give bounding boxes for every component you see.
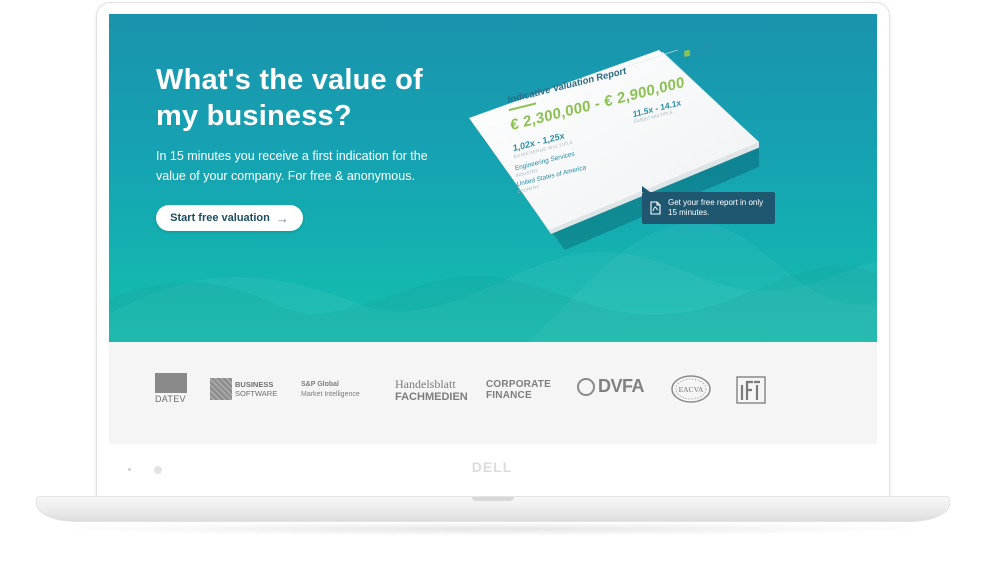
document-icon bbox=[650, 201, 661, 215]
laptop-shadow bbox=[60, 522, 926, 536]
sp-global-logo-line2: Market Intelligence bbox=[301, 391, 360, 398]
start-valuation-label: Start free valuation bbox=[170, 212, 270, 224]
dvfa-seal-icon bbox=[577, 378, 595, 396]
handelsblatt-fachmedien-logo: Handelsblatt FACHMEDIEN bbox=[395, 378, 468, 404]
dvfa-logo-text: DVFA bbox=[598, 376, 645, 396]
sp-global-logo: S&P Global Market Intelligence bbox=[301, 380, 360, 400]
free-report-tooltip: Get your free report in only 15 minutes. bbox=[642, 186, 775, 224]
datev-logo-mark bbox=[155, 373, 187, 393]
valuexo-logo-icon bbox=[683, 49, 691, 58]
eacva-logo: EACVA bbox=[671, 375, 711, 403]
eacva-logo-text: EACVA bbox=[679, 385, 704, 394]
webcam-dot bbox=[154, 466, 162, 474]
arrow-right-icon: → bbox=[275, 210, 289, 226]
hero-title: What's the value of my business? bbox=[156, 64, 423, 132]
hero-subtitle: In 15 minutes you receive a first indica… bbox=[156, 149, 428, 183]
tooltip-text: Get your free report in only 15 minutes. bbox=[668, 198, 764, 217]
handelsblatt-logo-line1: Handelsblatt bbox=[395, 377, 456, 391]
corporate-finance-logo: CORPORATE FINANCE bbox=[486, 379, 551, 401]
laptop-base-notch bbox=[472, 497, 514, 501]
valuation-report-preview: VALUEXO Indicative Valuation Report € 2,… bbox=[469, 43, 759, 260]
handelsblatt-logo-line2: FACHMEDIEN bbox=[395, 391, 468, 403]
dvfa-logo: DVFA bbox=[577, 376, 645, 396]
report-logo: VALUEXO bbox=[683, 43, 715, 58]
datev-logo: DATEV bbox=[155, 373, 187, 404]
laptop-screen: What's the value of my business? In 15 m… bbox=[109, 14, 877, 444]
report-logo-text: VALUEXO bbox=[691, 43, 715, 56]
laptop-brand-logo: DELL bbox=[471, 459, 513, 475]
partner-logos-strip: DATEV BUSINESS SOFTWARE S&P Global Marke… bbox=[109, 342, 877, 444]
corporate-finance-logo-line2: FINANCE bbox=[486, 390, 532, 401]
corporate-finance-logo-line1: CORPORATE bbox=[486, 379, 551, 390]
sp-global-logo-line1: S&P Global bbox=[301, 381, 339, 388]
business-software-logo-line1: BUSINESS bbox=[235, 380, 274, 389]
datev-logo-text: DATEV bbox=[155, 394, 186, 404]
bezel-sensors bbox=[128, 466, 168, 474]
sensor-dot bbox=[128, 468, 131, 471]
business-software-logo-line2: SOFTWARE bbox=[235, 389, 278, 398]
hero-section: What's the value of my business? In 15 m… bbox=[109, 14, 877, 342]
business-software-logo-mark bbox=[210, 378, 232, 400]
business-software-logo: BUSINESS SOFTWARE bbox=[210, 378, 277, 400]
ifi-logo-icon bbox=[736, 376, 766, 404]
start-valuation-button[interactable]: Start free valuation → bbox=[156, 205, 303, 231]
